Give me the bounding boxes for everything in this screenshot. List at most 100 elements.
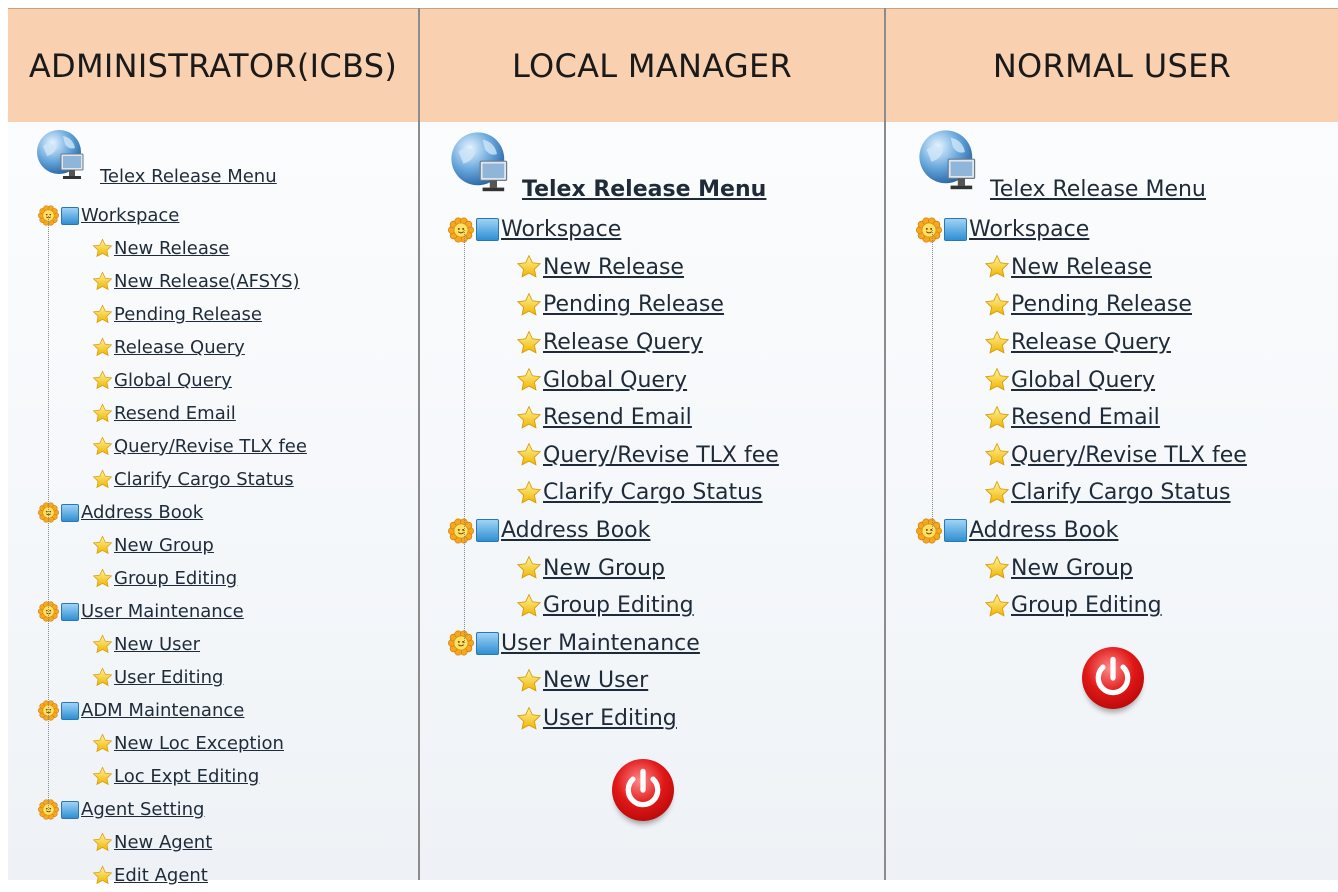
menu-item-label: New Group — [114, 535, 214, 556]
menu-item-new-group[interactable]: New Group — [984, 549, 1133, 587]
menu-item-edit-agent[interactable]: Edit Agent — [92, 859, 208, 892]
menu-item-new-group[interactable]: New Group — [92, 529, 214, 562]
menu-item-label: Global Query — [1011, 367, 1156, 393]
menu-item-label: New Loc Exception — [114, 733, 284, 754]
star-icon — [92, 535, 113, 556]
menu-item-query-revise-tlx-fee[interactable]: Query/Revise TLX fee — [92, 430, 307, 463]
menu-item-global-query[interactable]: Global Query — [516, 361, 687, 399]
menu-item-label: Resend Email — [1011, 405, 1160, 431]
menu-item-label: New Agent — [114, 832, 213, 853]
menu-group-workspace[interactable]: Workspace — [37, 199, 180, 232]
globe-computer-icon — [448, 130, 522, 206]
menu-item-label: Global Query — [114, 370, 232, 391]
menu-item-pending-release[interactable]: Pending Release — [984, 286, 1192, 324]
column-divider — [884, 8, 886, 880]
folder-icon — [61, 800, 79, 819]
folder-icon — [476, 631, 499, 655]
star-icon — [92, 568, 113, 589]
menu-item-group-editing[interactable]: Group Editing — [92, 562, 237, 595]
power-logout-button[interactable] — [612, 759, 674, 822]
star-icon — [92, 238, 113, 259]
star-icon — [92, 271, 113, 292]
menu-item-user-editing[interactable]: User Editing — [516, 700, 677, 738]
menu-group-address-book[interactable]: Address Book — [447, 512, 650, 550]
column-local-manager: Telex Release Menu Workspace New Release Pe… — [420, 122, 884, 880]
star-icon — [984, 442, 1010, 468]
menu-item-label: Group Editing — [114, 568, 238, 589]
sun-gear-icon — [915, 217, 942, 243]
menu-item-label: Query/Revise TLX fee — [1011, 442, 1247, 468]
menu-item-new-release[interactable]: New Release — [92, 232, 229, 265]
menu-item-clarify-cargo-status[interactable]: Clarify Cargo Status — [984, 474, 1231, 512]
menu-group-workspace[interactable]: Workspace — [447, 211, 621, 249]
power-icon — [1095, 656, 1131, 695]
menu-item-global-query[interactable]: Global Query — [92, 364, 232, 397]
menu-item-new-loc-exception[interactable]: New Loc Exception — [92, 727, 284, 760]
star-icon — [516, 330, 542, 356]
header-administrator: ADMINISTRATOR(ICBS) — [8, 8, 418, 123]
menu-item-new-release-afsys[interactable]: New Release(AFSYS) — [92, 265, 300, 298]
menu-item-label: Release Query — [543, 330, 703, 356]
menu-group-adm-maintenance[interactable]: ADM Maintenance — [37, 694, 244, 727]
role-menu-comparison-table: ADMINISTRATOR(ICBS) LOCAL MANAGER NORMAL… — [8, 8, 1338, 886]
menu-item-pending-release[interactable]: Pending Release — [92, 298, 262, 331]
menu-item-new-agent[interactable]: New Agent — [92, 826, 212, 859]
menu-title-link[interactable]: Telex Release Menu — [100, 166, 277, 187]
menu-item-new-group[interactable]: New Group — [516, 549, 665, 587]
star-icon — [92, 667, 113, 688]
menu-item-new-release[interactable]: New Release — [984, 249, 1152, 287]
menu-item-pending-release[interactable]: Pending Release — [516, 286, 724, 324]
menu-item-query-revise-tlx-fee[interactable]: Query/Revise TLX fee — [516, 437, 779, 475]
menu-item-release-query[interactable]: Release Query — [984, 324, 1171, 362]
menu-item-clarify-cargo-status[interactable]: Clarify Cargo Status — [516, 474, 763, 512]
menu-group-address-book[interactable]: Address Book — [37, 496, 204, 529]
menu-item-resend-email[interactable]: Resend Email — [984, 399, 1160, 437]
menu-group-address-book[interactable]: Address Book — [915, 512, 1119, 550]
menu-title-link[interactable]: Telex Release Menu — [522, 177, 766, 202]
menu-group-label: Workspace — [81, 205, 180, 226]
menu-item-label: New Group — [1011, 555, 1133, 581]
star-icon — [516, 480, 542, 506]
menu-item-loc-expt-editing[interactable]: Loc Expt Editing — [92, 760, 259, 793]
menu-item-label: Release Query — [114, 337, 245, 358]
menu-item-clarify-cargo-status[interactable]: Clarify Cargo Status — [92, 463, 294, 496]
menu-item-new-user[interactable]: New User — [92, 628, 200, 661]
menu-item-label: Edit Agent — [114, 865, 208, 886]
menu-group-label: Address Book — [81, 502, 204, 523]
menu-group-label: Address Book — [969, 518, 1119, 544]
menu-item-release-query[interactable]: Release Query — [92, 331, 245, 364]
menu-group-workspace[interactable]: Workspace — [915, 211, 1089, 249]
menu-item-label: Group Editing — [543, 593, 694, 619]
menu-title-label: Telex Release Menu — [100, 166, 277, 187]
star-icon — [984, 292, 1010, 318]
menu-item-group-editing[interactable]: Group Editing — [516, 587, 694, 625]
menu-group-user-maintenance[interactable]: User Maintenance — [37, 595, 244, 628]
menu-title-link[interactable]: Telex Release Menu — [990, 177, 1206, 202]
star-icon — [984, 367, 1010, 393]
star-icon — [92, 370, 113, 391]
star-icon — [92, 733, 113, 754]
star-icon — [516, 593, 542, 619]
menu-item-query-revise-tlx-fee[interactable]: Query/Revise TLX fee — [984, 437, 1247, 475]
menu-item-global-query[interactable]: Global Query — [984, 361, 1155, 399]
menu-item-label: User Editing — [543, 706, 677, 732]
star-icon — [92, 766, 113, 787]
menu-item-group-editing[interactable]: Group Editing — [984, 587, 1162, 625]
menu-item-resend-email[interactable]: Resend Email — [516, 399, 692, 437]
menu-group-agent-setting[interactable]: Agent Setting — [37, 793, 204, 826]
menu-item-label: Clarify Cargo Status — [543, 480, 763, 506]
menu-item-label: Group Editing — [1011, 593, 1162, 619]
menu-item-new-user[interactable]: New User — [516, 662, 648, 700]
header-normal-user: NORMAL USER — [886, 8, 1338, 123]
power-icon — [625, 769, 661, 808]
menu-item-release-query[interactable]: Release Query — [516, 324, 703, 362]
menu-item-new-release[interactable]: New Release — [516, 249, 684, 287]
menu-item-user-editing[interactable]: User Editing — [92, 661, 223, 694]
menu-item-label: Clarify Cargo Status — [1011, 480, 1231, 506]
star-icon — [984, 480, 1010, 506]
folder-icon — [61, 701, 79, 720]
menu-item-label: New Release — [114, 238, 230, 259]
menu-group-user-maintenance[interactable]: User Maintenance — [447, 625, 700, 663]
power-logout-button[interactable] — [1082, 646, 1144, 709]
menu-item-resend-email[interactable]: Resend Email — [92, 397, 236, 430]
